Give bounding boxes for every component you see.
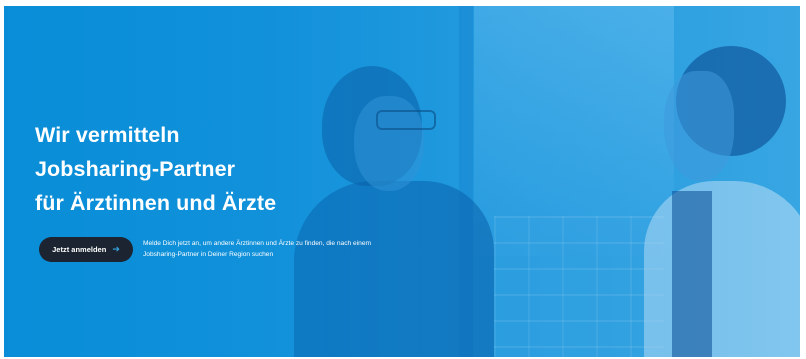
subtext-line-2: Jobsharing-Partner in Deiner Region such… [143, 251, 274, 258]
hero-headline: Wir vermitteln Jobsharing-Partner für Är… [35, 118, 276, 220]
register-now-button[interactable]: Jetzt anmelden ➔ [39, 237, 133, 262]
register-now-label: Jetzt anmelden [52, 245, 107, 254]
arrow-right-icon: ➔ [112, 244, 120, 254]
hero-subtext: Melde Dich jetzt an, um andere Ärztinnen… [143, 238, 483, 260]
headline-line-2: Jobsharing-Partner [35, 157, 236, 181]
hero-banner: Wir vermitteln Jobsharing-Partner für Är… [4, 6, 800, 357]
headline-line-1: Wir vermitteln [35, 123, 180, 147]
headline-line-3: für Ärztinnen und Ärzte [35, 191, 277, 215]
subtext-line-1: Melde Dich jetzt an, um andere Ärztinnen… [143, 240, 371, 247]
